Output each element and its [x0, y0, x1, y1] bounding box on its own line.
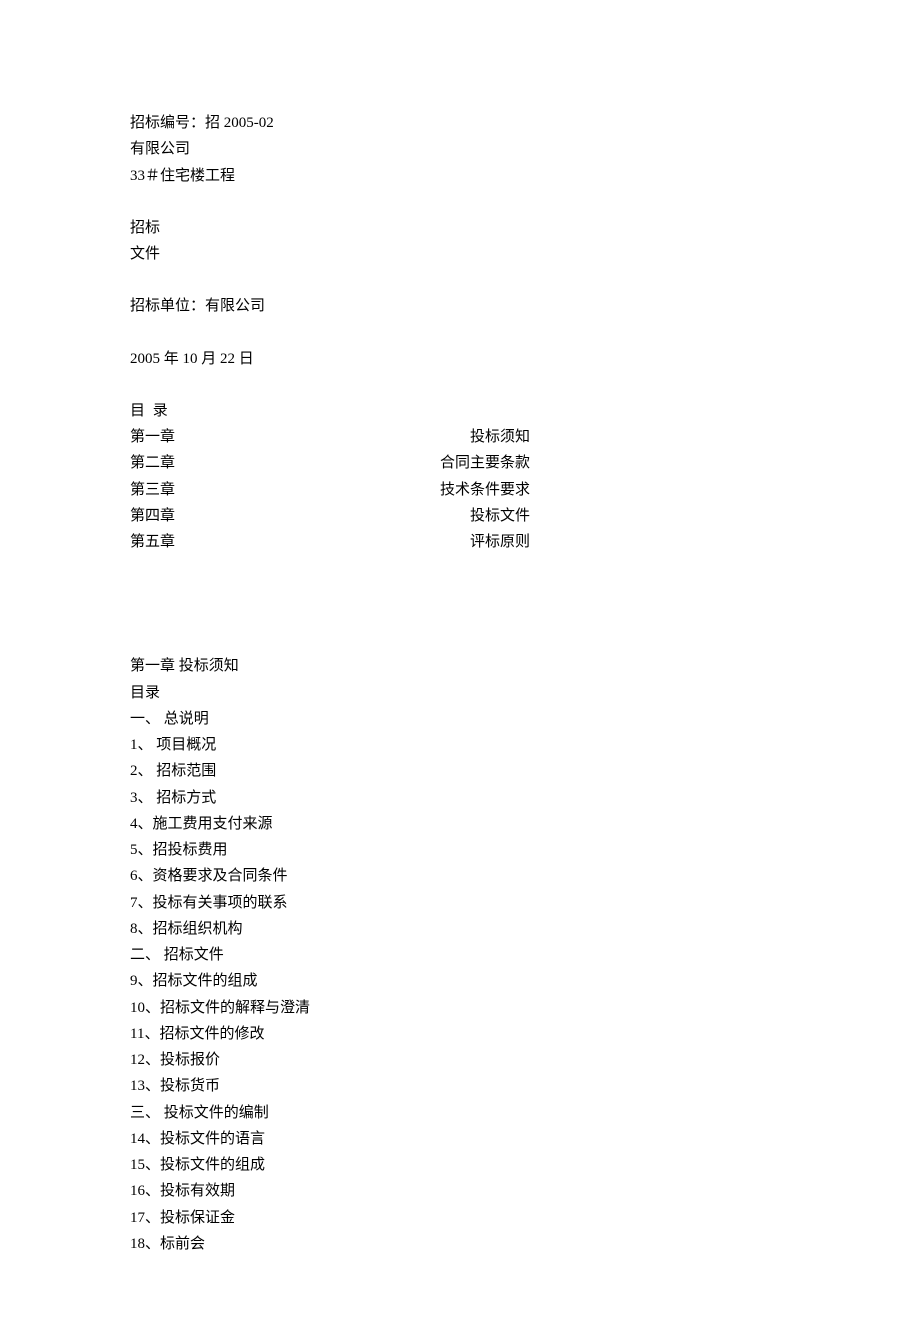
toc-label: 技术条件要求 — [440, 477, 530, 503]
toc-row: 第二章 合同主要条款 — [130, 450, 530, 476]
toc-label: 评标原则 — [470, 529, 530, 555]
toc-dots — [175, 452, 440, 467]
toc-chapter: 第二章 — [130, 450, 175, 476]
project-line: 33＃住宅楼工程 — [130, 163, 790, 189]
document-header: 招标编号：招 2005-02 有限公司 33＃住宅楼工程 招标 文件 招标单位：… — [130, 110, 790, 372]
list-item: 8、招标组织机构 — [130, 916, 790, 942]
date-day: 22 — [220, 351, 235, 367]
toc-row: 第五章 评标原则 — [130, 529, 530, 555]
toc-chapter: 第五章 — [130, 529, 175, 555]
list-item: 14、投标文件的语言 — [130, 1126, 790, 1152]
list-item: 10、招标文件的解释与澄清 — [130, 995, 790, 1021]
bid-number-prefix: 招标编号：招 — [130, 115, 224, 131]
date-month: 10 — [183, 351, 198, 367]
title-line-1: 招标 — [130, 215, 790, 241]
list-item: 3、 招标方式 — [130, 785, 790, 811]
bid-unit-label: 招标单位： — [130, 298, 205, 314]
list-item: 4、施工费用支付来源 — [130, 811, 790, 837]
toc-row: 第三章 技术条件要求 — [130, 477, 530, 503]
list-item: 18、标前会 — [130, 1231, 790, 1257]
list-item: 1、 项目概况 — [130, 732, 790, 758]
list-item: 13、投标货币 — [130, 1073, 790, 1099]
table-of-contents: 目 录 第一章 投标须知 第二章 合同主要条款 第三章 技术条件要求 第四章 投… — [130, 398, 790, 556]
list-item: 15、投标文件的组成 — [130, 1152, 790, 1178]
bid-number-value: 2005-02 — [224, 115, 274, 131]
chapter-1-section: 第一章 投标须知 目录 一、 总说明 1、 项目概况 2、 招标范围 3、 招标… — [130, 653, 790, 1257]
toc-label: 投标文件 — [470, 503, 530, 529]
toc-chapter: 第一章 — [130, 424, 175, 450]
bid-number-line: 招标编号：招 2005-02 — [130, 110, 790, 136]
list-item: 9、招标文件的组成 — [130, 968, 790, 994]
toc-dots — [175, 505, 470, 520]
list-item: 7、投标有关事项的联系 — [130, 890, 790, 916]
list-item: 6、资格要求及合同条件 — [130, 863, 790, 889]
toc-dots — [177, 426, 464, 441]
list-item: 2、 招标范围 — [130, 758, 790, 784]
date-year: 2005 — [130, 351, 160, 367]
list-item: 一、 总说明 — [130, 706, 790, 732]
toc-dots — [175, 531, 470, 546]
toc-label: 投标须知 — [466, 424, 530, 450]
bid-unit-value: 有限公司 — [205, 298, 265, 314]
chapter-1-heading: 第一章 投标须知 — [130, 653, 790, 679]
list-item: 三、 投标文件的编制 — [130, 1100, 790, 1126]
company-line: 有限公司 — [130, 136, 790, 162]
list-item: 12、投标报价 — [130, 1047, 790, 1073]
chapter-1-subheading: 目录 — [130, 680, 790, 706]
toc-label: 合同主要条款 — [440, 450, 530, 476]
list-item: 二、 招标文件 — [130, 942, 790, 968]
list-item: 16、投标有效期 — [130, 1178, 790, 1204]
toc-dots — [175, 479, 440, 494]
toc-row: 第四章 投标文件 — [130, 503, 530, 529]
toc-chapter: 第四章 — [130, 503, 175, 529]
list-item: 11、招标文件的修改 — [130, 1021, 790, 1047]
toc-row: 第一章 投标须知 — [130, 424, 530, 450]
toc-chapter: 第三章 — [130, 477, 175, 503]
title-line-2: 文件 — [130, 241, 790, 267]
toc-title: 目 录 — [130, 398, 790, 424]
date-line: 2005 年 10 月 22 日 — [130, 346, 790, 372]
bid-unit-line: 招标单位：有限公司 — [130, 293, 790, 319]
list-item: 5、招投标费用 — [130, 837, 790, 863]
list-item: 17、投标保证金 — [130, 1205, 790, 1231]
